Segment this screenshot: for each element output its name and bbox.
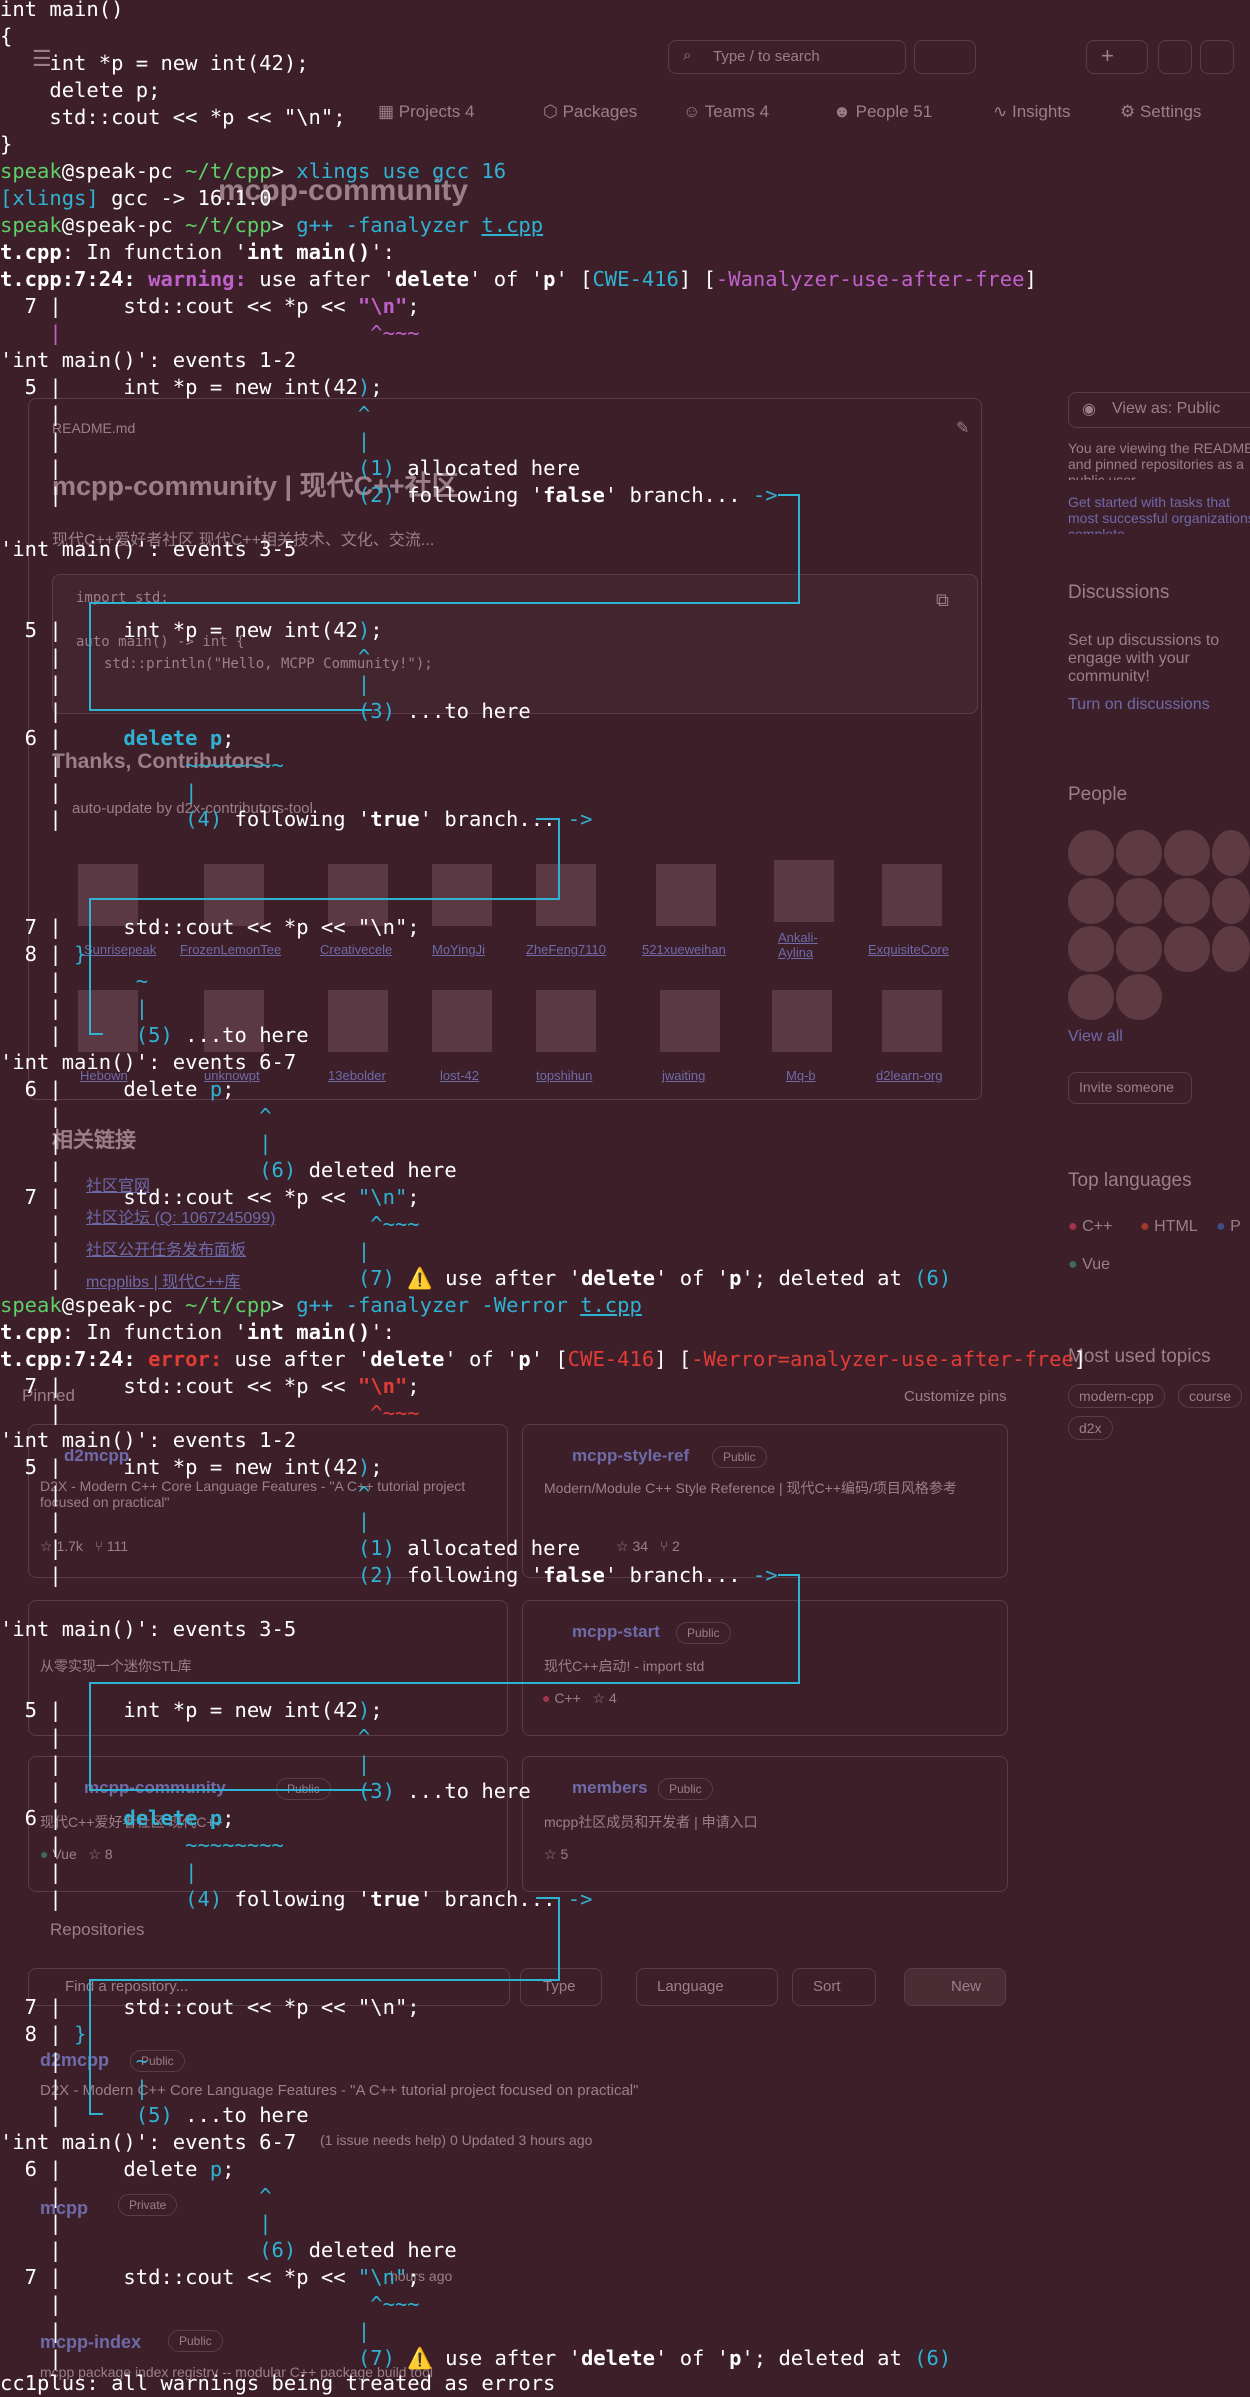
- diagnostic-header: t.cpp: In function 'int main()':: [0, 1320, 395, 1344]
- event-2: | (2) following 'false' branch... ->: [0, 1563, 778, 1587]
- event-7: | (7) ⚠️ use after 'delete' of 'p'; dele…: [0, 1266, 952, 1290]
- event-1: | (1) allocated here: [0, 1536, 581, 1560]
- source-line: }: [0, 132, 13, 156]
- code-excerpt: 6 | delete p;: [0, 1806, 235, 1830]
- events-header: 'int main()': events 1-2: [0, 1428, 297, 1452]
- shell-prompt-line: speak@speak-pc ~/t/cpp> xlings use gcc 1…: [0, 159, 507, 183]
- source-line: std::cout << *p << "\n";: [0, 105, 346, 129]
- code-excerpt: 7 | std::cout << *p << "\n";: [0, 1374, 420, 1398]
- event-6: | (6) deleted here: [0, 2238, 457, 2262]
- event-6: | (6) deleted here: [0, 1158, 457, 1182]
- warning-line: t.cpp:7:24: warning: use after 'delete' …: [0, 267, 1037, 291]
- code-excerpt: 5 | int *p = new int(42);: [0, 618, 383, 642]
- command-output: [xlings] gcc -> 16.1.0: [0, 186, 272, 210]
- caret-marker: | ^: [0, 402, 371, 426]
- source-line: {: [0, 24, 13, 48]
- gutter-line: | |: [0, 780, 198, 804]
- code-excerpt: 6 | delete p;: [0, 726, 235, 750]
- source-line: int main(): [0, 0, 124, 21]
- shell-prompt-line: speak@speak-pc ~/t/cpp> g++ -fanalyzer -…: [0, 1293, 642, 1317]
- code-excerpt: 7 | std::cout << *p << "\n";: [0, 1995, 420, 2019]
- tilde-marker: | ~~~~~~~~: [0, 753, 284, 777]
- tilde-marker: | ~: [0, 2049, 149, 2073]
- event-3: | (3) ...to here: [0, 699, 531, 723]
- tilde-marker: | ^~~~: [0, 1212, 420, 1236]
- gutter-line: | |: [0, 1860, 198, 1884]
- code-excerpt: 5 | int *p = new int(42);: [0, 375, 383, 399]
- gutter-line: | |: [0, 2076, 149, 2100]
- event-3: | (3) ...to here: [0, 1779, 531, 1803]
- code-excerpt: 6 | delete p;: [0, 2157, 235, 2181]
- tilde-marker: | ~: [0, 969, 149, 993]
- warning-icon: ⚠️: [407, 2346, 433, 2370]
- final-status-line: cc1plus: all warnings being treated as e…: [0, 2371, 556, 2395]
- gutter-line: | |: [0, 2211, 272, 2235]
- gutter-line: | |: [0, 672, 371, 696]
- events-header: 'int main()': events 3-5: [0, 1617, 297, 1641]
- events-header: 'int main()': events 3-5: [0, 537, 297, 561]
- caret-marker: | ^: [0, 645, 371, 669]
- event-1: | (1) allocated here: [0, 456, 581, 480]
- code-excerpt: 7 | std::cout << *p << "\n";: [0, 2265, 420, 2289]
- gutter-line: | |: [0, 2319, 371, 2343]
- event-4: | (4) following 'true' branch... ->: [0, 807, 593, 831]
- events-header: 'int main()': events 6-7: [0, 1050, 297, 1074]
- caret-marker: | ^: [0, 1104, 272, 1128]
- error-line: t.cpp:7:24: error: use after 'delete' of…: [0, 1347, 1087, 1371]
- event-4: | (4) following 'true' branch... ->: [0, 1887, 593, 1911]
- event-5: | (5) ...to here: [0, 2103, 309, 2127]
- gutter-line: | |: [0, 429, 371, 453]
- source-line: delete p;: [0, 78, 161, 102]
- code-excerpt: 8 | }: [0, 942, 87, 966]
- caret-marker: | ^: [0, 1725, 371, 1749]
- event-7: | (7) ⚠️ use after 'delete' of 'p'; dele…: [0, 2346, 952, 2370]
- tilde-marker: | ~~~~~~~~: [0, 1833, 284, 1857]
- terminal[interactable]: int main() { int *p = new int(42); delet…: [0, 0, 1250, 2397]
- code-excerpt: 7 | std::cout << *p << "\n";: [0, 294, 420, 318]
- code-excerpt: 5 | int *p = new int(42);: [0, 1455, 383, 1479]
- shell-prompt-line: speak@speak-pc ~/t/cpp> g++ -fanalyzer t…: [0, 213, 544, 237]
- event-2: | (2) following 'false' branch... ->: [0, 483, 778, 507]
- gutter-line: | |: [0, 1752, 371, 1776]
- gutter-line: | |: [0, 1509, 371, 1533]
- event-5: | (5) ...to here: [0, 1023, 309, 1047]
- gutter-line: | |: [0, 996, 149, 1020]
- source-line: int *p = new int(42);: [0, 51, 309, 75]
- code-excerpt: 7 | std::cout << *p << "\n";: [0, 1185, 420, 1209]
- code-excerpt: 8 | }: [0, 2022, 87, 2046]
- caret-marker: | ^~~~: [0, 1401, 420, 1425]
- code-excerpt: 7 | std::cout << *p << "\n";: [0, 915, 420, 939]
- code-excerpt: 5 | int *p = new int(42);: [0, 1698, 383, 1722]
- caret-marker: | ^: [0, 1482, 371, 1506]
- events-header: 'int main()': events 1-2: [0, 348, 297, 372]
- tilde-marker: | ^~~~: [0, 2292, 420, 2316]
- gutter-line: | |: [0, 1131, 272, 1155]
- events-header: 'int main()': events 6-7: [0, 2130, 297, 2154]
- warning-icon: ⚠️: [407, 1266, 433, 1290]
- code-excerpt: 6 | delete p;: [0, 1077, 235, 1101]
- gutter-line: | |: [0, 1239, 371, 1263]
- diagnostic-header: t.cpp: In function 'int main()':: [0, 240, 395, 264]
- caret-marker: | ^~~~: [0, 321, 420, 345]
- caret-marker: | ^: [0, 2184, 272, 2208]
